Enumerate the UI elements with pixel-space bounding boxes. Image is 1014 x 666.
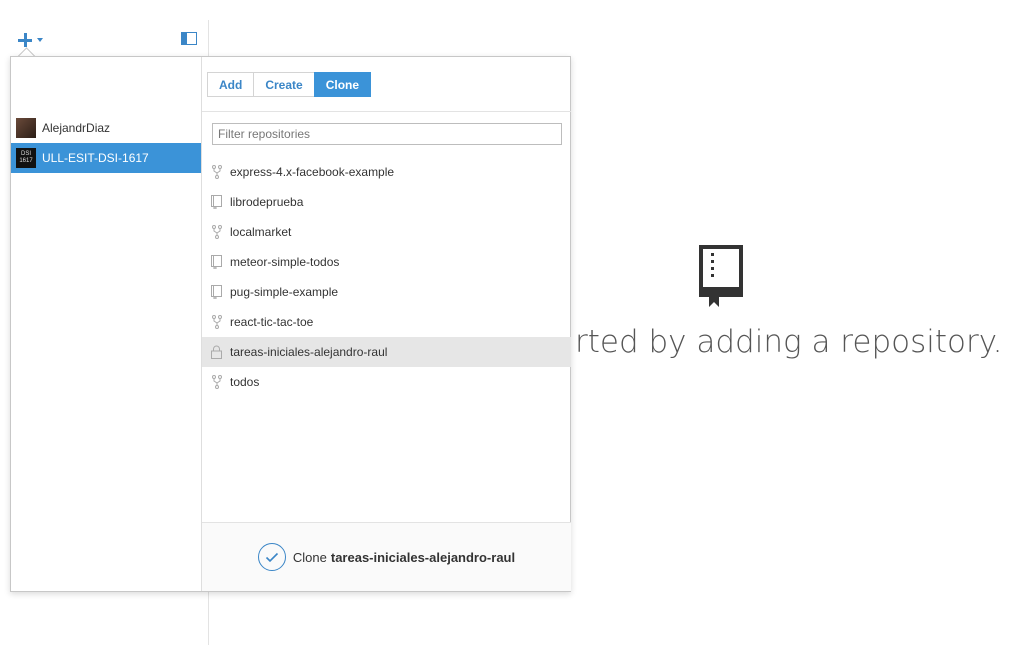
clone-repo-name: tareas-iniciales-alejandro-raul — [330, 549, 516, 565]
repo-name: express-4.x-facebook-example — [230, 165, 395, 179]
repo-name: meteor-simple-todos — [230, 255, 340, 269]
repo-name: localmarket — [230, 225, 292, 239]
repo-icon — [211, 195, 222, 209]
fork-icon — [211, 225, 222, 239]
clone-button-label: Clone tareas-iniciales-alejandro-raul — [293, 550, 515, 565]
repo-icon — [211, 255, 222, 269]
fork-icon — [211, 315, 222, 329]
list-item[interactable]: react-tic-tac-toe — [202, 307, 571, 337]
account-name: AlejandrDiaz — [42, 121, 111, 135]
empty-state-text: rted by adding a repository. — [575, 324, 1003, 360]
avatar: DSI 1617 — [16, 148, 36, 168]
list-item[interactable]: tareas-iniciales-alejandro-raul — [202, 337, 571, 367]
repository-pane: Add Create Clone express-4.x-facebook-ex… — [201, 57, 571, 591]
repo-name: librodeprueba — [230, 195, 304, 209]
repository-list: express-4.x-facebook-example librodeprue… — [202, 157, 571, 397]
plus-icon — [18, 33, 32, 47]
account-item-alejandrdiaz[interactable]: AlejandrDiaz — [11, 113, 201, 143]
check-icon — [257, 543, 286, 571]
list-item[interactable]: pug-simple-example — [202, 277, 571, 307]
add-repository-button[interactable] — [18, 30, 50, 50]
repo-name: pug-simple-example — [230, 285, 339, 299]
clone-button[interactable]: Clone tareas-iniciales-alejandro-raul — [202, 523, 571, 591]
account-item-ull-esit-dsi-1617[interactable]: DSI 1617 ULL-ESIT-DSI-1617 — [11, 143, 201, 173]
account-list: AlejandrDiaz DSI 1617 ULL-ESIT-DSI-1617 — [11, 113, 201, 173]
sidebar-toggle-button[interactable] — [181, 32, 197, 45]
list-item[interactable]: todos — [202, 367, 571, 397]
add-repository-popover: AlejandrDiaz DSI 1617 ULL-ESIT-DSI-1617 … — [10, 56, 571, 592]
account-name: ULL-ESIT-DSI-1617 — [42, 151, 149, 165]
repo-book-icon — [699, 245, 743, 307]
tab-clone[interactable]: Clone — [313, 72, 372, 97]
repo-name: react-tic-tac-toe — [230, 315, 314, 329]
tab-create[interactable]: Create — [253, 72, 315, 97]
repo-name: tareas-iniciales-alejandro-raul — [230, 345, 388, 359]
tab-add[interactable]: Add — [207, 72, 255, 97]
repo-name: todos — [230, 375, 260, 389]
chevron-down-icon — [37, 38, 43, 42]
list-item[interactable]: meteor-simple-todos — [202, 247, 571, 277]
list-item[interactable]: express-4.x-facebook-example — [202, 157, 571, 187]
sidebar-toggle-icon — [182, 33, 187, 44]
mode-tabs: Add Create Clone — [207, 72, 372, 97]
repo-icon — [211, 285, 222, 299]
fork-icon — [211, 375, 222, 389]
filter-repositories-input[interactable] — [212, 123, 562, 145]
divider — [202, 111, 571, 112]
list-item[interactable]: librodeprueba — [202, 187, 571, 217]
clone-prefix: Clone — [292, 549, 327, 565]
avatar — [16, 118, 36, 138]
list-item[interactable]: localmarket — [202, 217, 571, 247]
lock-icon — [211, 345, 222, 359]
fork-icon — [211, 165, 222, 179]
